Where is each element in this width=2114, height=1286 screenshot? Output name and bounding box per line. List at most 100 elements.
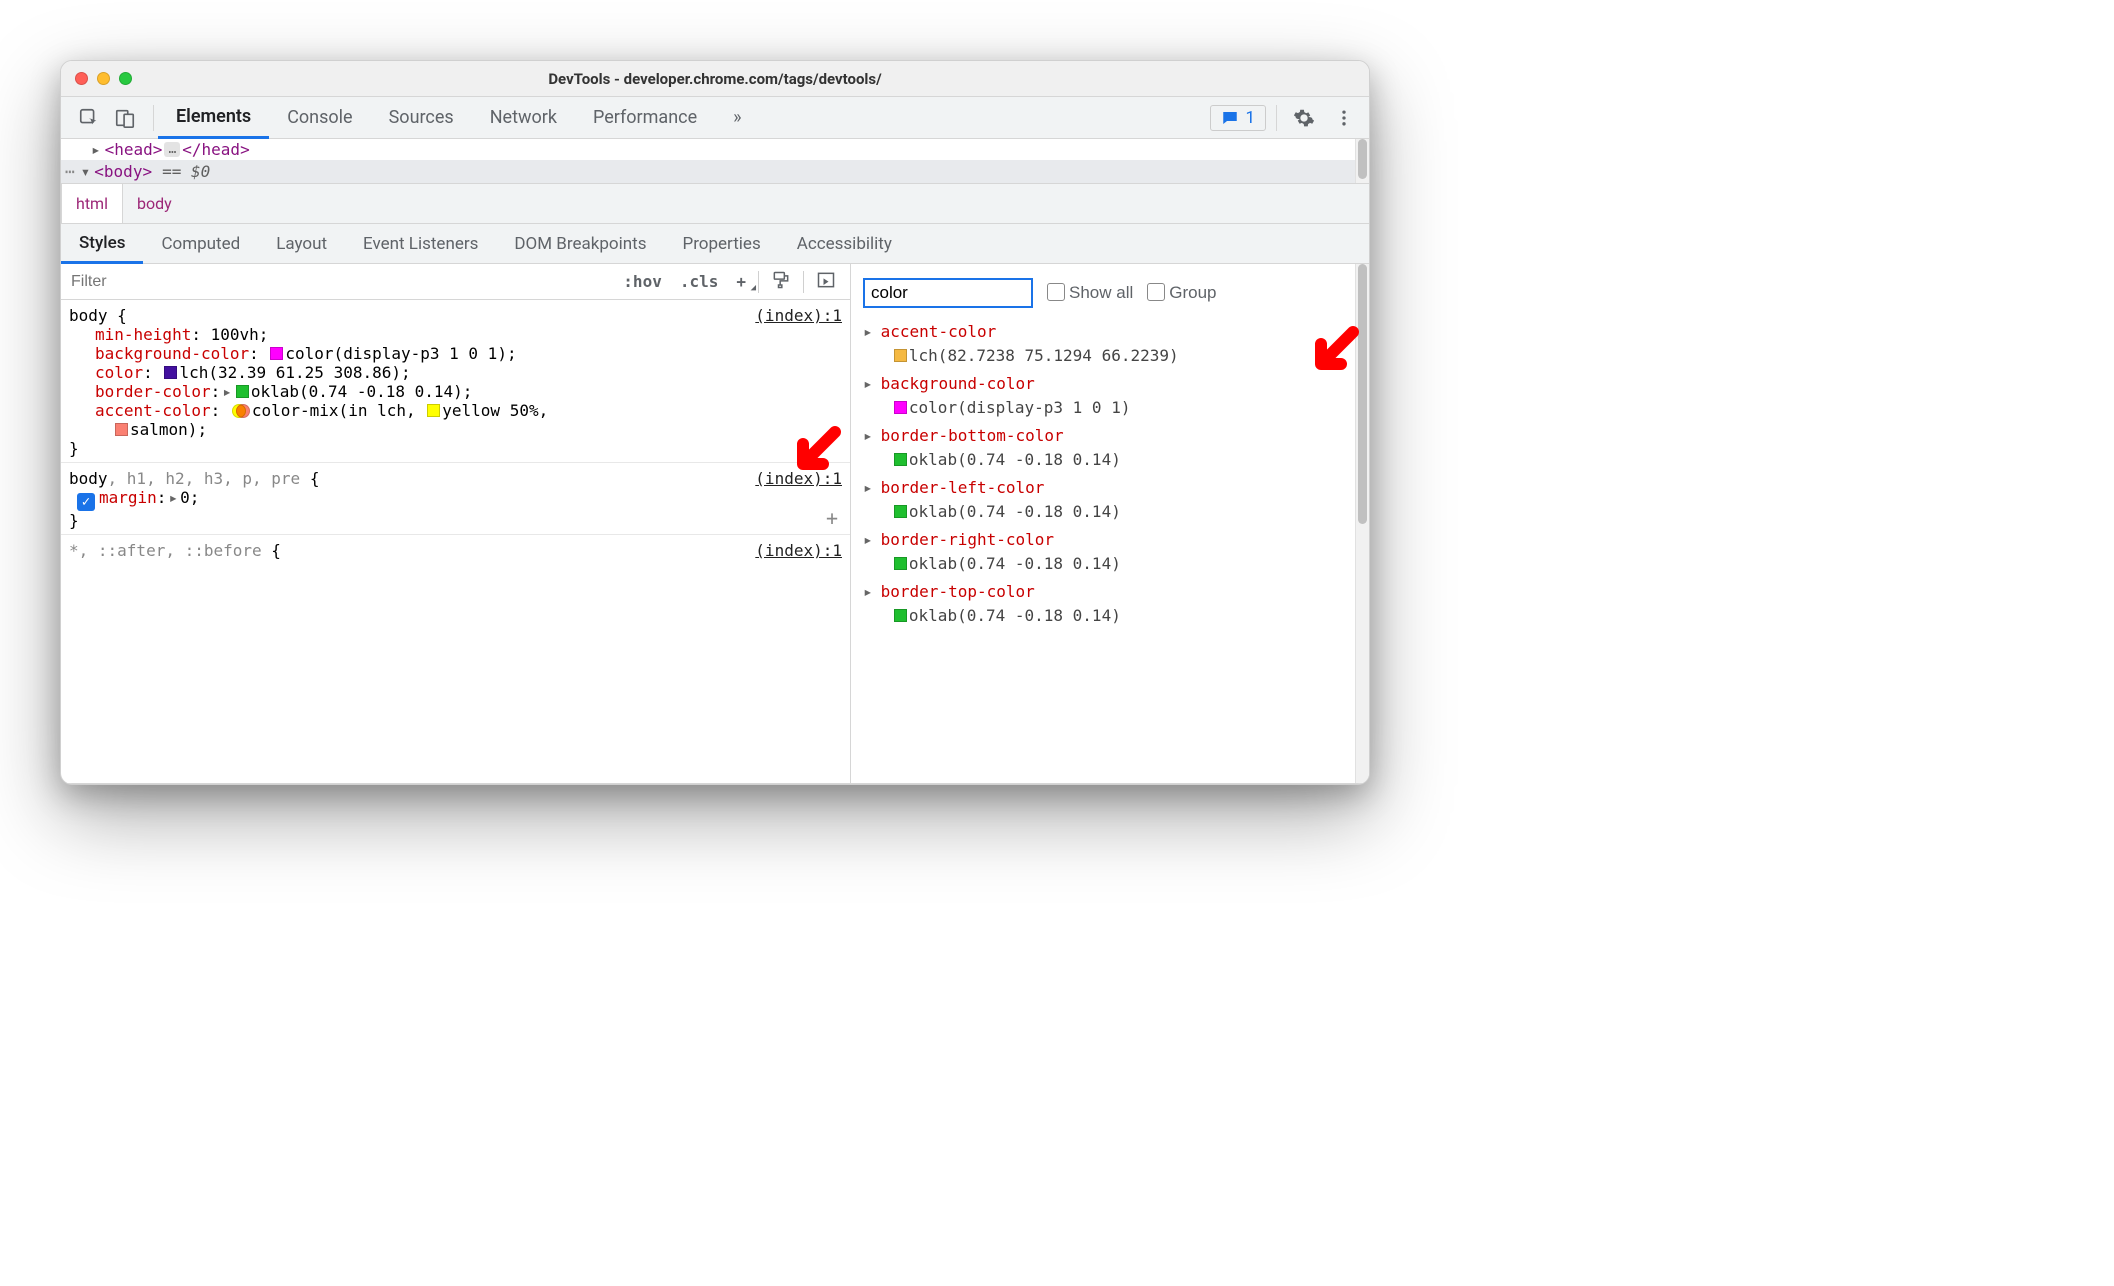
rule-selector[interactable]: body, h1, h2, h3, p, pre (69, 469, 300, 488)
decl-color[interactable]: color: lch(32.39 61.25 308.86); (69, 363, 842, 382)
subtab-computed[interactable]: Computed (143, 224, 258, 263)
dom-head-node[interactable]: <head> … </head> (61, 139, 1369, 160)
expand-icon[interactable] (863, 530, 881, 549)
rule-selector[interactable]: body (69, 306, 108, 325)
color-swatch-icon[interactable] (894, 505, 907, 518)
caret-right-icon[interactable] (91, 140, 103, 159)
rule-source-link[interactable]: (index):1 (755, 541, 842, 560)
color-swatch-icon[interactable] (270, 347, 283, 360)
computed-border-top-color[interactable]: border-top-color oklab(0.74 -0.18 0.14) (855, 578, 1369, 630)
expand-shorthand-icon[interactable] (220, 382, 234, 401)
dom-body-node[interactable]: ⋯ <body> == $0 (61, 160, 1369, 183)
decl-margin[interactable]: ✓margin:0; (69, 488, 842, 511)
group-checkbox[interactable]: Group (1147, 283, 1216, 303)
property-checkbox[interactable]: ✓ (77, 493, 95, 511)
breadcrumb: html body (61, 184, 1369, 224)
color-swatch-icon[interactable] (894, 453, 907, 466)
expand-icon[interactable] (863, 426, 881, 445)
inspect-icon[interactable] (71, 100, 107, 136)
window-maximize-button[interactable] (119, 72, 132, 85)
settings-gear-icon[interactable] (1287, 101, 1321, 135)
decl-min-height[interactable]: min-height: 100vh; (69, 325, 842, 344)
cls-toggle[interactable]: .cls (672, 272, 727, 291)
color-swatch-icon[interactable] (894, 401, 907, 414)
color-swatch-icon[interactable] (236, 385, 249, 398)
color-swatch-icon[interactable] (427, 404, 440, 417)
computed-pane: Show all Group accent-color lch(82.7238 … (851, 264, 1369, 783)
divider (153, 105, 154, 131)
computed-accent-color[interactable]: accent-color lch(82.7238 75.1294 66.2239… (855, 318, 1369, 370)
scrollbar-thumb-computed[interactable] (1358, 264, 1367, 524)
subtab-event-listeners[interactable]: Event Listeners (345, 224, 496, 263)
subtab-layout[interactable]: Layout (258, 224, 345, 263)
color-swatch-icon[interactable] (894, 609, 907, 622)
color-swatch-icon[interactable] (115, 423, 128, 436)
breadcrumb-body[interactable]: body (123, 184, 186, 223)
window-title: DevTools - developer.chrome.com/tags/dev… (61, 70, 1369, 88)
subtab-styles[interactable]: Styles (61, 225, 143, 264)
dom-scrollbar[interactable] (1355, 139, 1369, 183)
computed-border-right-color[interactable]: border-right-color oklab(0.74 -0.18 0.14… (855, 526, 1369, 578)
expand-shorthand-icon[interactable] (166, 488, 180, 507)
styles-pane: :hov .cls +◢ (index):1 bod (61, 264, 851, 783)
color-swatch-icon[interactable] (164, 366, 177, 379)
more-menu-icon[interactable] (1327, 101, 1361, 135)
tab-performance[interactable]: Performance (575, 97, 715, 138)
subtab-accessibility[interactable]: Accessibility (779, 224, 910, 263)
annotation-arrow-icon (787, 424, 843, 480)
computed-filter-input[interactable] (863, 278, 1033, 308)
toolbar-right: 1 (1210, 101, 1369, 135)
show-all-checkbox[interactable]: Show all (1047, 283, 1133, 303)
scrollbar-thumb[interactable] (1358, 139, 1367, 179)
rules-list[interactable]: (index):1 body { min-height: 100vh; back… (61, 300, 850, 783)
dots-icon: ⋯ (65, 162, 75, 181)
tab-console[interactable]: Console (269, 97, 370, 138)
decl-background-color[interactable]: background-color: color(display-p3 1 0 1… (69, 344, 842, 363)
expand-icon[interactable] (863, 582, 881, 601)
computed-panel-icon[interactable] (808, 270, 844, 294)
subtab-properties[interactable]: Properties (664, 224, 778, 263)
tabs-overflow[interactable]: » (715, 97, 759, 138)
new-style-rule-icon[interactable]: +◢ (728, 272, 754, 291)
devtools-window: DevTools - developer.chrome.com/tags/dev… (60, 60, 1370, 785)
tab-sources[interactable]: Sources (371, 97, 472, 138)
color-swatch-icon[interactable] (894, 349, 907, 362)
annotation-arrow-icon (1305, 324, 1361, 380)
styles-filter-row: :hov .cls +◢ (61, 264, 850, 300)
rule-source-link[interactable]: (index):1 (755, 306, 842, 325)
tab-network[interactable]: Network (472, 97, 575, 138)
ellipsis-icon[interactable]: … (164, 142, 180, 157)
divider (758, 271, 759, 293)
rule-body[interactable]: (index):1 body { min-height: 100vh; back… (61, 300, 850, 463)
dom-tree[interactable]: <head> … </head> ⋯ <body> == $0 (61, 139, 1369, 184)
divider (803, 271, 804, 293)
computed-background-color[interactable]: background-color color(display-p3 1 0 1) (855, 370, 1369, 422)
expand-icon[interactable] (863, 374, 881, 393)
rule-selector[interactable]: *, ::after, ::before (69, 541, 262, 560)
caret-down-icon[interactable] (81, 162, 93, 181)
subtab-dom-breakpoints[interactable]: DOM Breakpoints (496, 224, 664, 263)
computed-border-left-color[interactable]: border-left-color oklab(0.74 -0.18 0.14) (855, 474, 1369, 526)
device-toggle-icon[interactable] (107, 100, 143, 136)
paint-icon[interactable] (763, 270, 799, 294)
window-minimize-button[interactable] (97, 72, 110, 85)
window-close-button[interactable] (75, 72, 88, 85)
hov-toggle[interactable]: :hov (615, 272, 670, 291)
computed-border-bottom-color[interactable]: border-bottom-color oklab(0.74 -0.18 0.1… (855, 422, 1369, 474)
add-declaration-icon[interactable]: + (826, 506, 838, 530)
computed-list[interactable]: accent-color lch(82.7238 75.1294 66.2239… (851, 314, 1369, 783)
expand-icon[interactable] (863, 322, 881, 341)
styles-filter-input[interactable] (61, 264, 615, 299)
selected-node-indicator: == $0 (162, 162, 210, 181)
message-icon (1221, 109, 1239, 127)
issues-badge[interactable]: 1 (1210, 105, 1266, 131)
rule-body-etc[interactable]: (index):1 body, h1, h2, h3, p, pre { ✓ma… (61, 463, 850, 535)
decl-border-color[interactable]: border-color:oklab(0.74 -0.18 0.14); (69, 382, 842, 401)
rule-universal[interactable]: (index):1 *, ::after, ::before { (61, 535, 850, 564)
breadcrumb-html[interactable]: html (61, 184, 123, 223)
expand-icon[interactable] (863, 478, 881, 497)
tab-elements[interactable]: Elements (158, 97, 269, 139)
color-mix-swatch-icon[interactable] (232, 404, 250, 418)
color-swatch-icon[interactable] (894, 557, 907, 570)
decl-accent-color[interactable]: accent-color: color-mix(in lch, yellow 5… (69, 401, 842, 439)
